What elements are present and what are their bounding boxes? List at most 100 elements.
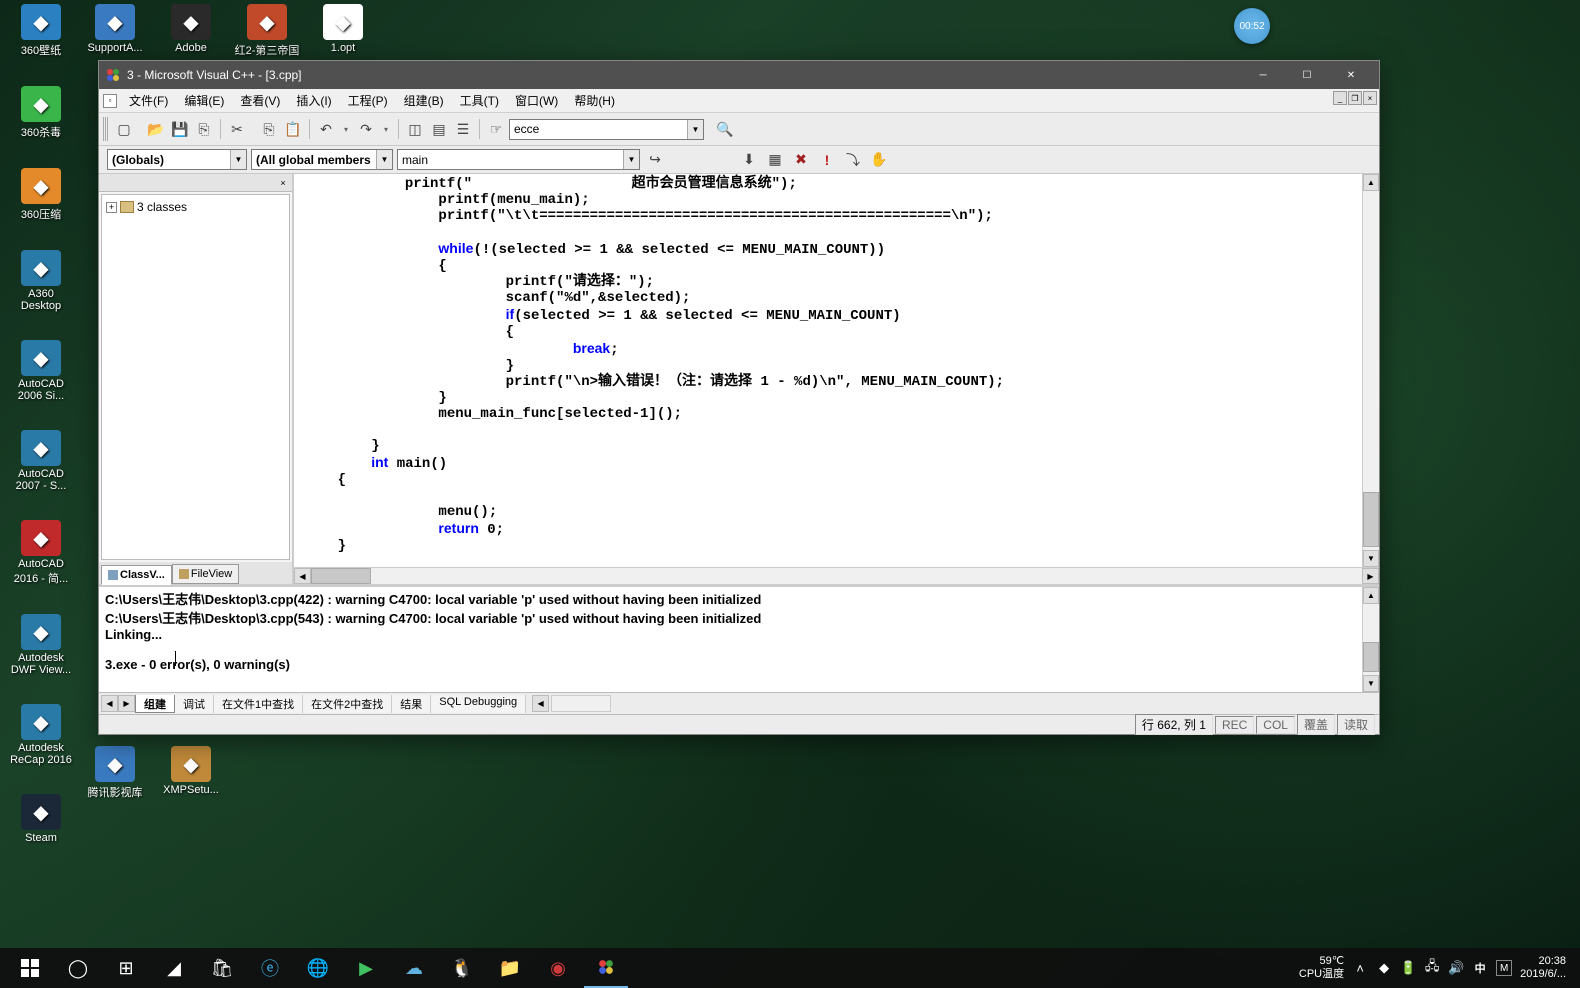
- tray-clock[interactable]: 20:38 2019/6/...: [1520, 955, 1566, 981]
- tray-icon[interactable]: 🔋: [1400, 960, 1416, 976]
- tab-classview[interactable]: ClassV...: [101, 565, 172, 585]
- desktop-icon[interactable]: ◆A360 Desktop: [6, 250, 76, 312]
- mdi-doc-icon[interactable]: ▫: [103, 94, 117, 108]
- find-combo[interactable]: ecce ▼: [509, 119, 704, 140]
- menu-item[interactable]: 帮助(H): [566, 89, 623, 112]
- scroll-thumb[interactable]: [1363, 642, 1379, 672]
- hscroll-left[interactable]: ◀: [532, 695, 549, 712]
- mdi-close-button[interactable]: ×: [1363, 91, 1377, 105]
- minimize-button[interactable]: ─: [1241, 61, 1285, 89]
- clock-widget[interactable]: 00:52: [1234, 8, 1270, 44]
- panel-close-button[interactable]: ×: [276, 176, 290, 190]
- scope-combo[interactable]: (Globals) ▼: [107, 149, 247, 170]
- menu-item[interactable]: 工具(T): [452, 89, 507, 112]
- tray-cpu-temp[interactable]: 59℃ CPU温度: [1299, 955, 1344, 981]
- menu-item[interactable]: 组建(B): [396, 89, 452, 112]
- editor-hscroll[interactable]: ◀ ▶: [294, 567, 1379, 584]
- expand-icon[interactable]: +: [106, 202, 117, 213]
- start-button[interactable]: [8, 948, 52, 988]
- menu-item[interactable]: 工程(P): [340, 89, 396, 112]
- output-tab[interactable]: 结果: [392, 695, 431, 713]
- breakpoint-button[interactable]: ✋: [868, 149, 890, 171]
- tray-ime-icon[interactable]: 中: [1472, 960, 1488, 976]
- taskbar-edge[interactable]: 🌐: [296, 948, 340, 988]
- menu-item[interactable]: 窗口(W): [507, 89, 566, 112]
- desktop-icon[interactable]: ◆Autodesk DWF View...: [6, 614, 76, 676]
- taskbar-media[interactable]: ▶: [344, 948, 388, 988]
- redo-button[interactable]: ↷: [355, 118, 377, 140]
- desktop-icon[interactable]: ◆AutoCAD 2016 - 简...: [6, 520, 76, 586]
- scroll-up-button[interactable]: ▲: [1363, 174, 1379, 191]
- taskbar-netease[interactable]: ◉: [536, 948, 580, 988]
- undo-button[interactable]: ↶: [315, 118, 337, 140]
- menu-item[interactable]: 查看(V): [232, 89, 288, 112]
- go-debug-button[interactable]: ⤵: [842, 149, 864, 171]
- cut-button[interactable]: ✂: [226, 118, 248, 140]
- class-tree[interactable]: + 3 classes: [101, 194, 290, 560]
- taskbar-cloud[interactable]: ☁: [392, 948, 436, 988]
- tab-scroll-left[interactable]: ◀: [101, 695, 118, 712]
- scroll-down-button[interactable]: ▼: [1363, 550, 1379, 567]
- compile-button[interactable]: ⬇: [738, 149, 760, 171]
- hscroll-track[interactable]: [551, 695, 611, 712]
- new-button[interactable]: ▢: [113, 118, 135, 140]
- desktop-icon[interactable]: ◆1.opt: [308, 4, 378, 58]
- scroll-right-button[interactable]: ▶: [1362, 568, 1379, 584]
- find-in-files-button[interactable]: 🔍: [714, 118, 736, 140]
- taskbar-app2[interactable]: 🐧: [440, 948, 484, 988]
- execute-button[interactable]: !: [816, 149, 838, 171]
- menu-item[interactable]: 编辑(E): [176, 89, 232, 112]
- build-button[interactable]: ▦: [764, 149, 786, 171]
- scroll-down-button[interactable]: ▼: [1363, 675, 1379, 692]
- redo-dropdown[interactable]: ▾: [379, 118, 393, 140]
- members-combo[interactable]: (All global members ▼: [251, 149, 393, 170]
- desktop-icon[interactable]: ◆Adobe: [156, 4, 226, 58]
- scroll-left-button[interactable]: ◀: [294, 568, 311, 584]
- menu-item[interactable]: 文件(F): [121, 89, 176, 112]
- desktop-icon[interactable]: ◆XMPSetu...: [156, 746, 226, 800]
- desktop-icon[interactable]: ◆红2-第三帝国: [232, 4, 302, 58]
- output-tab[interactable]: 调试: [175, 695, 214, 713]
- maximize-button[interactable]: ☐: [1285, 61, 1329, 89]
- tab-fileview[interactable]: FileView: [172, 564, 239, 584]
- tree-item-classes[interactable]: + 3 classes: [106, 199, 285, 215]
- cortana-button[interactable]: ◯: [56, 948, 100, 988]
- save-button[interactable]: 💾: [169, 118, 191, 140]
- editor-vscroll[interactable]: ▲ ▼: [1362, 174, 1379, 567]
- paste-button[interactable]: 📋: [282, 118, 304, 140]
- close-button[interactable]: ✕: [1329, 61, 1373, 89]
- desktop-icon[interactable]: ◆360杀毒: [6, 86, 76, 140]
- output-button[interactable]: ▤: [428, 118, 450, 140]
- output-tab[interactable]: SQL Debugging: [431, 695, 526, 713]
- tray-volume-icon[interactable]: 🔊: [1448, 960, 1464, 976]
- desktop-icon[interactable]: ◆360壁纸: [6, 4, 76, 58]
- taskview-button[interactable]: ⊞: [104, 948, 148, 988]
- desktop-icon[interactable]: ◆AutoCAD 2006 Si...: [6, 340, 76, 402]
- desktop-icon[interactable]: ◆360压缩: [6, 168, 76, 222]
- toolbar-grip[interactable]: [103, 117, 109, 141]
- chevron-down-icon[interactable]: ▼: [687, 120, 703, 139]
- output-text[interactable]: C:\Users\王志伟\Desktop\3.cpp(422) : warnin…: [99, 587, 1379, 692]
- taskbar-store[interactable]: 🛍: [200, 948, 244, 988]
- desktop-icon[interactable]: ◆SupportA...: [80, 4, 150, 58]
- output-tab[interactable]: 组建: [135, 695, 175, 713]
- output-tab[interactable]: 在文件1中查找: [214, 695, 303, 713]
- copy-button[interactable]: ⎘: [258, 118, 280, 140]
- mdi-minimize-button[interactable]: _: [1333, 91, 1347, 105]
- chevron-down-icon[interactable]: ▼: [623, 150, 639, 169]
- scroll-thumb[interactable]: [311, 568, 371, 584]
- desktop-icon[interactable]: ◆Steam: [6, 794, 76, 844]
- titlebar[interactable]: 3 - Microsoft Visual C++ - [3.cpp] ─ ☐ ✕: [99, 61, 1379, 89]
- stop-build-button[interactable]: ✖: [790, 149, 812, 171]
- chevron-down-icon[interactable]: ▼: [230, 150, 246, 169]
- menu-item[interactable]: 插入(I): [288, 89, 339, 112]
- taskbar-ie[interactable]: ⓔ: [248, 948, 292, 988]
- tray-network-icon[interactable]: 🖧: [1424, 960, 1440, 976]
- desktop-icon[interactable]: ◆AutoCAD 2007 - S...: [6, 430, 76, 492]
- chevron-down-icon[interactable]: ▼: [376, 150, 392, 169]
- save-all-button[interactable]: ⎘: [193, 118, 215, 140]
- output-tab[interactable]: 在文件2中查找: [303, 695, 392, 713]
- tab-scroll-right[interactable]: ▶: [118, 695, 135, 712]
- window-list-button[interactable]: ☰: [452, 118, 474, 140]
- tray-chevron-up-icon[interactable]: ˄: [1352, 960, 1368, 976]
